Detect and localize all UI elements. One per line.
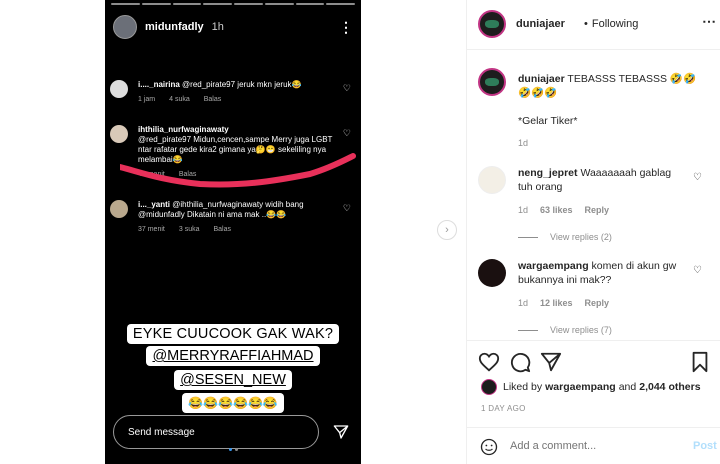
commenter-avatar[interactable] xyxy=(478,166,506,194)
instagram-post-view: midunfadly 1h ⋮ i...._nairina @red_pirat… xyxy=(0,0,720,464)
more-options-icon: ⋮ xyxy=(339,18,353,35)
comment-text: @red_pirate97 jeruk mkn jeruk😂 xyxy=(182,80,302,89)
author-avatar[interactable] xyxy=(478,68,506,96)
story-screenshot: midunfadly 1h ⋮ i...._nairina @red_pirat… xyxy=(105,0,361,464)
heart-icon: ♡ xyxy=(342,203,351,213)
media-area: midunfadly 1h ⋮ i...._nairina @red_pirat… xyxy=(0,0,466,464)
story-mention: @MERRYRAFFIAHMAD xyxy=(105,346,361,366)
add-comment-input[interactable] xyxy=(510,440,680,452)
story-mention: @SESEN_NEW xyxy=(105,370,361,390)
heart-icon[interactable] xyxy=(478,351,500,373)
heart-icon: ♡ xyxy=(342,128,351,138)
post-panel: duniajaer • Following ⋯ duniajaer TEBASSS… xyxy=(466,0,720,464)
comments-list: duniajaer TEBASSS TEBASSS 🤣🤣🤣🤣🤣 *Gelar T… xyxy=(467,50,720,340)
commenter-username[interactable]: wargaempang xyxy=(518,260,589,272)
reply-button[interactable]: Reply xyxy=(585,205,610,215)
story-time: 1h xyxy=(211,21,224,33)
post-header: duniajaer • Following ⋯ xyxy=(467,0,720,50)
comment-user: i...._nairina xyxy=(138,80,180,89)
story-caption: EYKE CUUCOOK GAK WAK? xyxy=(105,324,361,344)
carousel-dots xyxy=(105,448,361,451)
liker-avatar xyxy=(481,379,497,395)
story-username: midunfadly xyxy=(145,21,204,33)
emoji-icon[interactable] xyxy=(480,438,498,456)
following-button[interactable]: • Following xyxy=(584,18,638,30)
heart-icon: ♡ xyxy=(342,83,351,93)
author-username[interactable]: duniajaer xyxy=(516,18,565,30)
next-slide-button[interactable]: › xyxy=(437,220,457,240)
post-actions: Liked by wargaempang and 2,044 others 1 … xyxy=(467,340,720,464)
commenter-username[interactable]: neng_jepret xyxy=(518,167,578,179)
comment-time: 1d xyxy=(518,205,529,215)
story-avatar xyxy=(113,15,137,39)
comment-likes[interactable]: 12 likes xyxy=(540,298,573,308)
heart-icon[interactable]: ♡ xyxy=(693,172,702,183)
send-message-field: Send message xyxy=(113,415,319,449)
view-replies-button[interactable]: View replies (7) xyxy=(518,325,612,335)
liked-by-count[interactable]: 2,044 others xyxy=(639,381,700,393)
comment-likes: 3 suka xyxy=(178,226,200,233)
story-emoji-caption: 😂😂😂😂😂😂 xyxy=(105,393,361,413)
heart-icon[interactable]: ♡ xyxy=(693,265,702,276)
comment-user: ihthilia_nurfwaginawaty xyxy=(138,125,229,134)
comment-likes[interactable]: 63 likes xyxy=(540,205,573,215)
more-options-icon[interactable]: ⋯ xyxy=(702,13,716,30)
avatar xyxy=(110,200,128,218)
post-button[interactable]: Post xyxy=(693,440,717,452)
avatar xyxy=(110,125,128,143)
caption-time: 1d xyxy=(518,138,529,148)
share-icon[interactable] xyxy=(540,351,562,373)
commenter-avatar[interactable] xyxy=(478,259,506,287)
view-replies-button[interactable]: View replies (2) xyxy=(518,232,612,242)
post-timestamp: 1 DAY AGO xyxy=(481,404,526,413)
comment-time: 1d xyxy=(518,298,529,308)
add-comment-row: Post xyxy=(467,427,720,464)
red-scribble xyxy=(120,153,356,188)
comment-user: i..._yanti xyxy=(138,200,171,209)
comment-reply: Balas xyxy=(213,226,231,233)
liked-by-label: Liked by xyxy=(503,381,543,393)
bookmark-icon[interactable] xyxy=(689,351,711,373)
comment-time: 37 menit xyxy=(138,226,165,233)
comment-time: 1 jam xyxy=(138,96,156,103)
liked-by-and: and xyxy=(618,381,637,393)
avatar xyxy=(110,80,128,98)
author-avatar[interactable] xyxy=(478,10,506,38)
story-progress xyxy=(111,3,355,5)
liked-by-user[interactable]: wargaempang xyxy=(545,381,616,393)
paper-plane-icon xyxy=(333,425,349,439)
caption-user[interactable]: duniajaer xyxy=(518,73,565,85)
comment-likes: 4 suka xyxy=(169,96,190,103)
comment-reply: Balas xyxy=(203,96,222,103)
reply-button[interactable]: Reply xyxy=(585,298,610,308)
story-header: midunfadly 1h ⋮ xyxy=(113,14,353,40)
comment-icon[interactable] xyxy=(509,351,531,373)
caption-sub: *Gelar Tiker* xyxy=(518,115,578,127)
likes-summary: Liked by wargaempang and 2,044 others xyxy=(481,379,704,395)
